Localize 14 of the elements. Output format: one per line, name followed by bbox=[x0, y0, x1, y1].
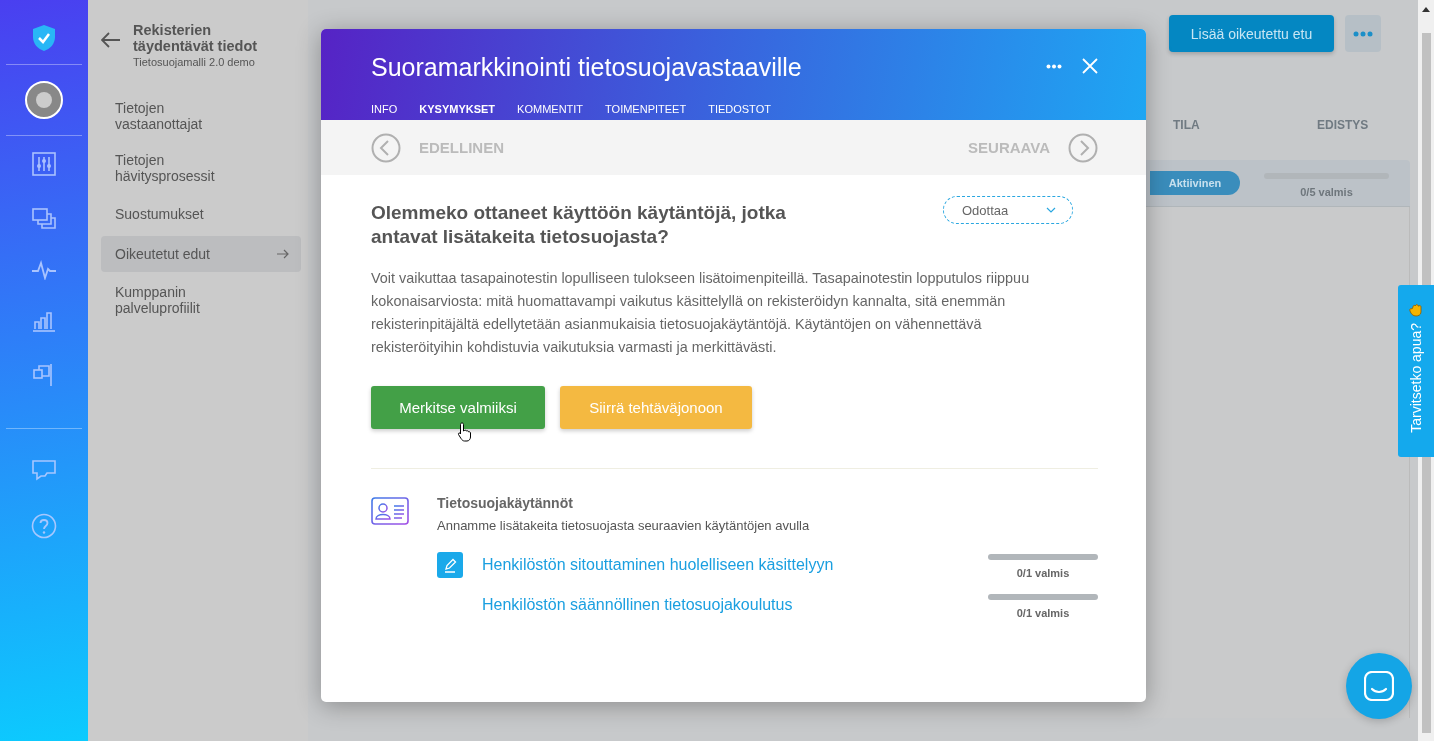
sidebar-title: Rekisterien täydentävät tiedot bbox=[133, 22, 259, 54]
progress-label: 0/1 valmis bbox=[1016, 606, 1070, 619]
column-header: EDISTYS bbox=[1317, 118, 1369, 132]
description: Voit vaikuttaa tasapainotestin lopulliseen tulokseen lisätoimenpiteillä. Tasapainotestin lopputulos riippuu kokonaisarviosta: mitä huomattavampi vaikutus käsittelyllä on rekisteröidyn kannalta, sitä enemmän rekisterinpitäjältä edellytetään asianmukaisia tietosuojakäytäntöjä. Käytäntöjen on vähennettävä rekisteröityihin kohdistuvia vaikutuksia varmasti ja merkittävästi. bbox=[371, 269, 1031, 357]
sidebar-subtitle: Tietosuojamalli 2.0 demo bbox=[133, 56, 256, 68]
section-subtitle: Annamme lisätakeita tietosuojasta seuraavien käytäntöjen avulla bbox=[437, 518, 811, 533]
progress-label: 0/1 valmis bbox=[1016, 566, 1070, 579]
modal-title: Suoramarkkinointi tietosuojavastaaville bbox=[371, 51, 803, 82]
question: Olemmeko ottaneet käyttöön käytäntöjä, jotka antavat lisätakeita tietosuojasta? bbox=[371, 201, 787, 249]
status-pill: Aktiivinen bbox=[1150, 171, 1240, 195]
help-label: Tarvitsetko apua? bbox=[1408, 323, 1424, 433]
progress-label: 0/5 valmis bbox=[1300, 185, 1353, 198]
section-title: Tietosuojakäytännöt bbox=[437, 495, 574, 511]
column-header: TILA bbox=[1173, 118, 1200, 132]
